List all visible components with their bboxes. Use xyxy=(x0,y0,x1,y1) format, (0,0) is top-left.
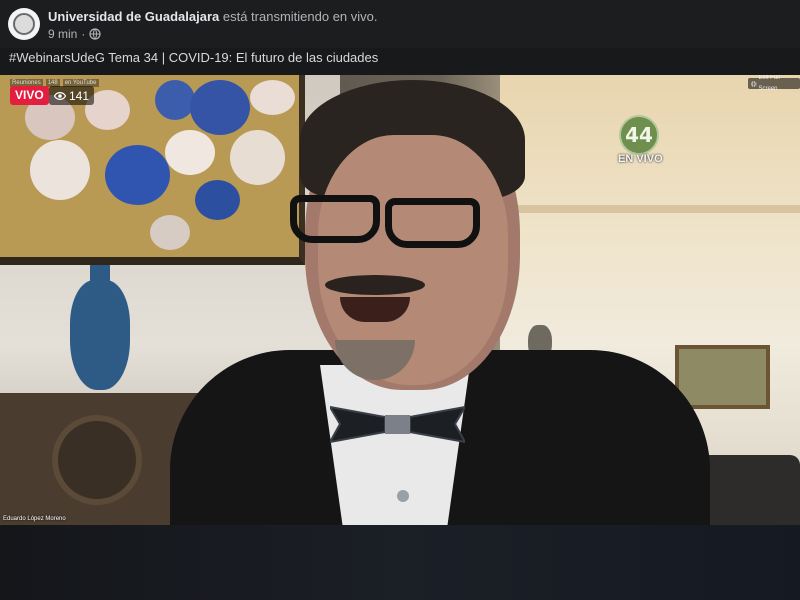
vase-body xyxy=(70,280,130,390)
post-description: #WebinarsUdeG Tema 34 | COVID-19: El fut… xyxy=(9,50,379,65)
speaker-mustache xyxy=(325,275,425,295)
live-badge: VIVO xyxy=(10,86,49,105)
channel-logo: 44 xyxy=(619,115,659,155)
glasses-left-lens xyxy=(290,195,380,243)
meta-separator: · xyxy=(81,27,86,41)
eye-icon xyxy=(54,91,66,100)
below-video-area xyxy=(0,525,800,600)
exit-fullscreen-button[interactable]: Exit Full Screen xyxy=(748,75,800,92)
globe-icon xyxy=(89,28,101,40)
channel-live-label: EN VIVO xyxy=(618,153,663,165)
post-meta: 9 min · xyxy=(48,27,101,41)
live-action-text: está transmitiendo en vivo. xyxy=(222,9,378,24)
post-header: Universidad de Guadalajara está transmit… xyxy=(0,0,800,48)
post-time[interactable]: 9 min xyxy=(48,27,77,41)
fullscreen-exit-icon xyxy=(751,80,757,87)
small-painting xyxy=(675,345,770,409)
shirt-button xyxy=(397,490,409,502)
viewer-count: 141 xyxy=(69,88,90,103)
glasses-right-lens xyxy=(385,198,480,248)
page-avatar[interactable] xyxy=(8,8,40,40)
clock-decor xyxy=(52,415,142,505)
wall-trim xyxy=(500,205,800,213)
bowtie xyxy=(330,405,465,444)
page-name-link[interactable]: Universidad de Guadalajara xyxy=(48,9,219,24)
exit-fullscreen-label: Exit Full Screen xyxy=(758,75,780,92)
viewer-count-badge: 141 xyxy=(49,86,95,105)
university-seal-icon xyxy=(13,13,35,35)
participant-name: Eduardo López Moreno xyxy=(3,516,66,522)
post-title-line: Universidad de Guadalajara está transmit… xyxy=(48,9,378,24)
live-video-player[interactable]: Reuniones 148 en YouTube VIVO 141 Exit F… xyxy=(0,75,800,525)
